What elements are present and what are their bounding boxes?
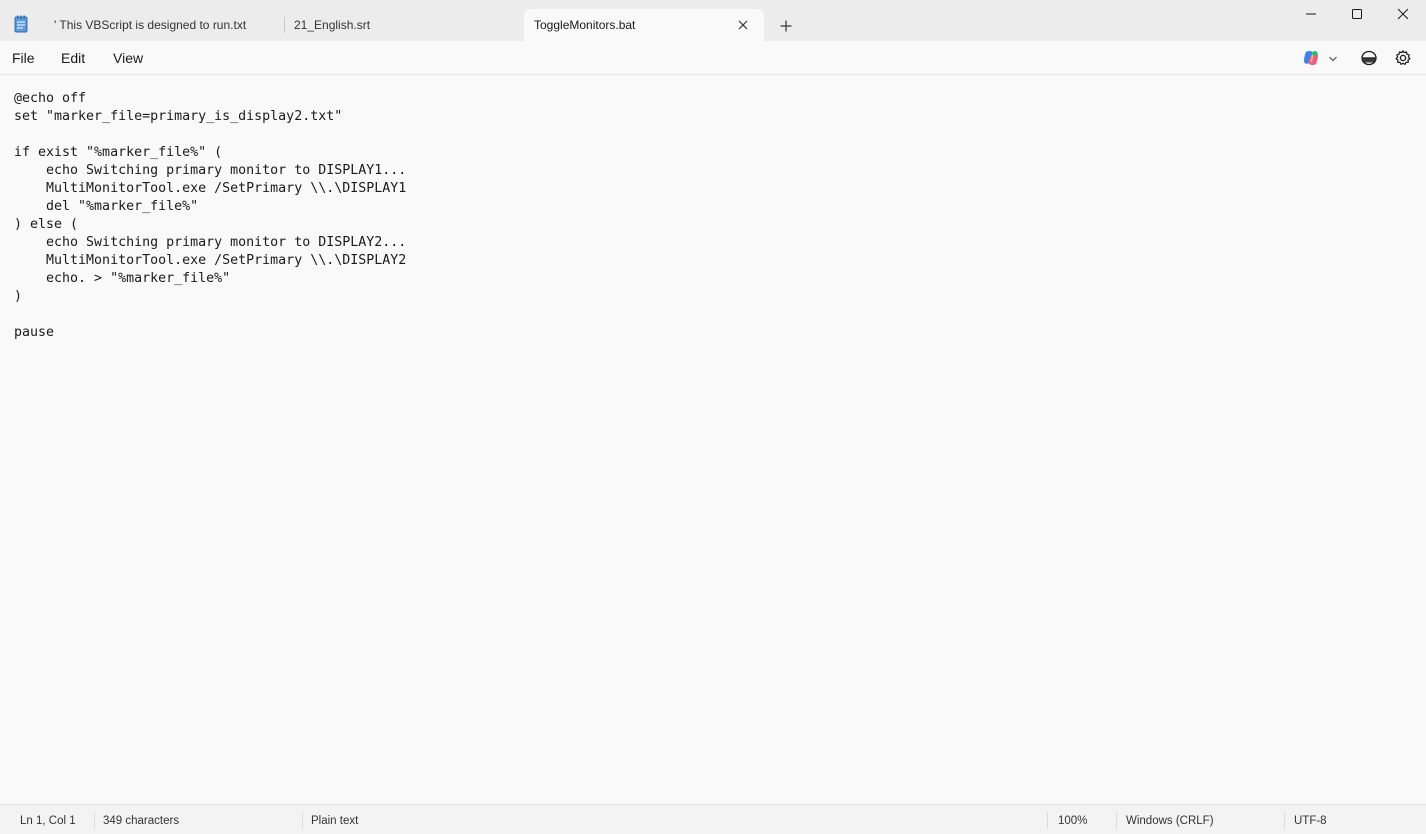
close-icon[interactable] xyxy=(736,18,750,32)
minimize-icon xyxy=(1306,13,1316,15)
notepad-icon xyxy=(14,15,28,33)
status-divider xyxy=(302,812,303,829)
status-bar: Ln 1, Col 1 349 characters Plain text 10… xyxy=(0,804,1426,834)
chevron-down-icon xyxy=(1329,56,1337,62)
menu-bar: File Edit View xyxy=(0,41,1426,75)
zoom-level[interactable]: 100% xyxy=(1058,815,1087,827)
menu-edit[interactable]: Edit xyxy=(61,50,85,66)
spellcheck-icon[interactable] xyxy=(1360,49,1378,67)
maximize-icon xyxy=(1352,9,1362,19)
tab-togglemonitors[interactable]: ToggleMonitors.bat xyxy=(524,9,764,41)
encoding[interactable]: UTF-8 xyxy=(1294,815,1327,827)
character-count: 349 characters xyxy=(103,815,180,827)
copilot-icon xyxy=(1304,50,1318,66)
plus-icon xyxy=(780,20,792,32)
menu-file[interactable]: File xyxy=(12,50,35,66)
status-divider xyxy=(1116,812,1117,829)
cursor-position: Ln 1, Col 1 xyxy=(20,815,76,827)
tab-label: ToggleMonitors.bat xyxy=(534,18,636,32)
maximize-button[interactable] xyxy=(1334,0,1380,30)
gear-icon[interactable] xyxy=(1394,49,1412,67)
copilot-button[interactable] xyxy=(1302,49,1342,67)
tab-label: 21_English.srt xyxy=(294,18,371,32)
notepad-window: ' This VBScript is designed to run.txt 2… xyxy=(0,0,1426,834)
menu-view[interactable]: View xyxy=(113,50,143,66)
status-divider xyxy=(1284,812,1285,829)
tab-strip: ' This VBScript is designed to run.txt 2… xyxy=(0,0,1426,41)
status-divider xyxy=(94,812,95,829)
text-editor[interactable]: @echo off set "marker_file=primary_is_di… xyxy=(0,75,1426,804)
status-divider xyxy=(1047,812,1048,829)
tab-vbscript[interactable]: ' This VBScript is designed to run.txt xyxy=(44,9,284,41)
close-icon xyxy=(1397,8,1409,20)
close-window-button[interactable] xyxy=(1380,0,1426,30)
minimize-button[interactable] xyxy=(1288,0,1334,30)
line-ending[interactable]: Windows (CRLF) xyxy=(1126,815,1214,827)
new-tab-button[interactable] xyxy=(776,16,796,36)
tab-english-srt[interactable]: 21_English.srt xyxy=(284,9,524,41)
tab-label: ' This VBScript is designed to run.txt xyxy=(54,18,247,32)
editor-content[interactable]: @echo off set "marker_file=primary_is_di… xyxy=(14,90,406,342)
text-format: Plain text xyxy=(311,815,359,827)
